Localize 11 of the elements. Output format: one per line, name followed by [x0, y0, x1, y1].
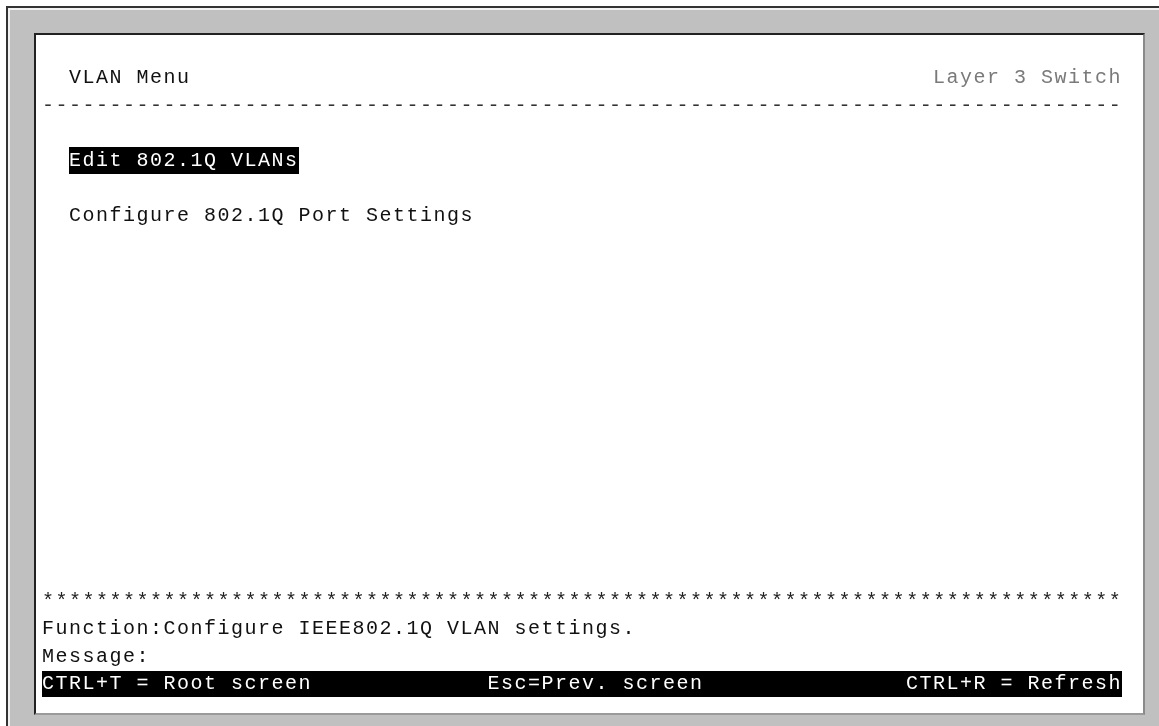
screen-title: VLAN Menu — [69, 65, 191, 91]
function-description: Function:Configure IEEE802.1Q VLAN settings. — [42, 616, 637, 642]
asterisk-rule: ******************************************************************************** — [42, 588, 1123, 615]
menu-item[interactable]: Edit 802.1Q VLANs — [69, 146, 299, 174]
dashed-rule: -------------------------------------------------------------------------------- — [42, 92, 1123, 119]
device-name: Layer 3 Switch — [932, 65, 1122, 91]
menu-item[interactable]: Configure 802.1Q Port Settings — [69, 201, 475, 229]
message-label: Message: — [42, 643, 150, 670]
shortcut-hint: CTRL+R = Refresh — [905, 671, 1122, 697]
shortcut-hint: CTRL+T = Root screen — [42, 671, 313, 697]
shortcut-hint: Esc=Prev. screen — [487, 671, 704, 697]
